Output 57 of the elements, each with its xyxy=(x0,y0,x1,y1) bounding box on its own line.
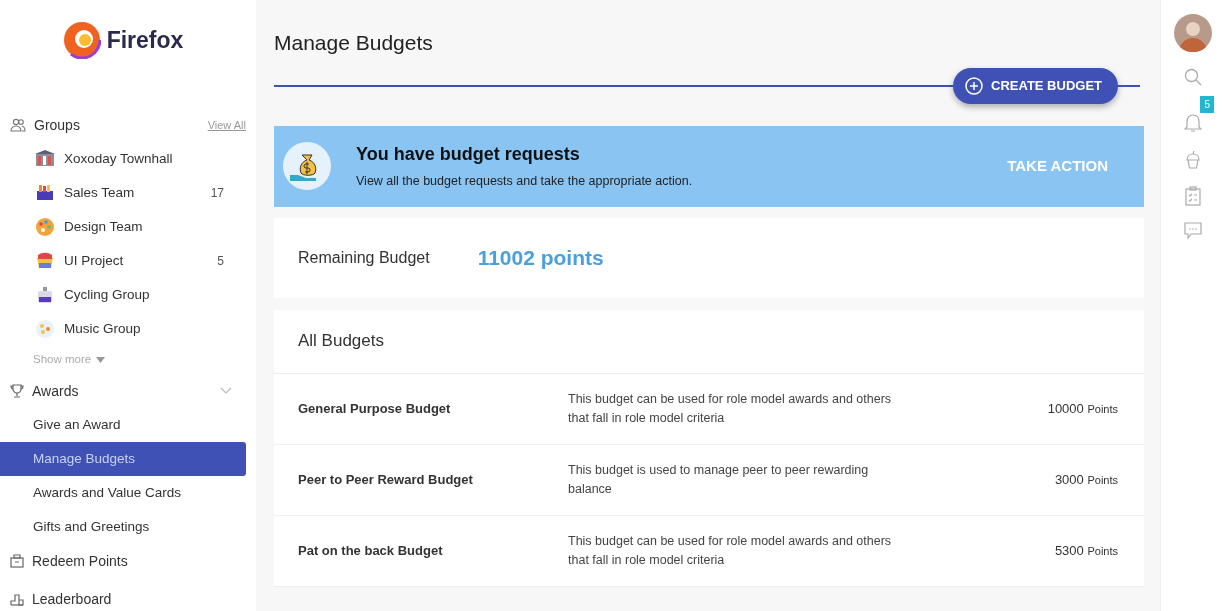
cupcake-icon[interactable] xyxy=(1185,150,1201,170)
budget-description: This budget can be used for role model awards and others that fall in role model criteria xyxy=(568,532,893,569)
group-name: Xoxoday Townhall xyxy=(64,149,173,168)
budget-amount: 3000 Points xyxy=(1054,470,1118,489)
nav-link[interactable]: Gifts and Greetings xyxy=(0,510,246,544)
group-item[interactable]: UI Project 5 xyxy=(0,244,246,278)
budget-description: This budget is used to manage peer to peer rewarding balance xyxy=(568,461,870,498)
member-count: 17 xyxy=(210,185,224,202)
group-item[interactable]: Xoxoday Townhall xyxy=(0,142,246,176)
member-count: 5 xyxy=(217,253,224,270)
group-name: Music Group xyxy=(64,319,141,338)
banner-title: You have budget requests xyxy=(356,143,581,167)
group-icon xyxy=(34,318,56,340)
banner-text: View all the budget requests and take the appropriate action. xyxy=(356,173,693,191)
create-budget-button[interactable]: CREATE BUDGET xyxy=(953,68,1118,104)
group-item[interactable]: Cycling Group xyxy=(0,278,246,312)
section-heading: Awards xyxy=(32,381,79,401)
notification-badge: 5 xyxy=(1200,96,1214,113)
money-bag-icon xyxy=(282,141,332,191)
awards-section-toggle[interactable]: Awards xyxy=(0,374,246,408)
plus-circle-icon xyxy=(965,76,983,95)
group-name: Cycling Group xyxy=(64,285,150,304)
page-title: Manage Budgets xyxy=(274,30,434,56)
section-heading: Groups xyxy=(34,115,80,135)
caret-icon xyxy=(96,357,106,363)
logo-text: Firefox xyxy=(106,25,184,55)
chat-icon[interactable] xyxy=(1184,222,1202,240)
people-icon xyxy=(10,118,26,132)
group-name: Design Team xyxy=(64,217,143,236)
avatar[interactable] xyxy=(1174,14,1212,52)
search-icon[interactable] xyxy=(1184,68,1202,86)
group-name: UI Project xyxy=(64,251,124,270)
budgets-title: All Budgets xyxy=(274,309,1144,374)
bell-icon[interactable] xyxy=(1184,112,1202,133)
remaining-label: Remaining Budget xyxy=(298,247,430,268)
group-icon xyxy=(34,216,56,238)
logo-icon xyxy=(62,21,101,59)
budget-amount: 5300 Points xyxy=(1054,541,1118,560)
group-item[interactable]: Music Group xyxy=(0,312,246,346)
nav-link[interactable]: Leaderboard xyxy=(0,578,246,611)
group-name: Sales Team xyxy=(64,183,135,202)
nav-link[interactable]: Redeem Points xyxy=(0,544,246,578)
budget-name: General Purpose Budget xyxy=(298,399,452,418)
gift-icon xyxy=(10,554,24,568)
nav-link[interactable]: Manage Budgets xyxy=(0,442,246,476)
budget-description: This budget can be used for role model awards and others that fall in role model criteria xyxy=(568,390,893,427)
budget-name: Pat on the back Budget xyxy=(298,541,444,560)
remaining-value: 11002 points xyxy=(477,244,604,271)
trophy-icon xyxy=(10,384,24,398)
group-item[interactable]: Design Team xyxy=(0,210,246,244)
podium-icon xyxy=(10,592,24,606)
nav-link[interactable]: Awards and Value Cards xyxy=(0,476,246,510)
group-item[interactable]: Sales Team 17 xyxy=(0,176,246,210)
budget-name: Peer to Peer Reward Budget xyxy=(298,470,474,489)
clipboard-icon[interactable] xyxy=(1185,186,1201,206)
budget-amount: 10000 Points xyxy=(1047,399,1118,418)
nav-link[interactable]: Give an Award xyxy=(0,408,246,442)
